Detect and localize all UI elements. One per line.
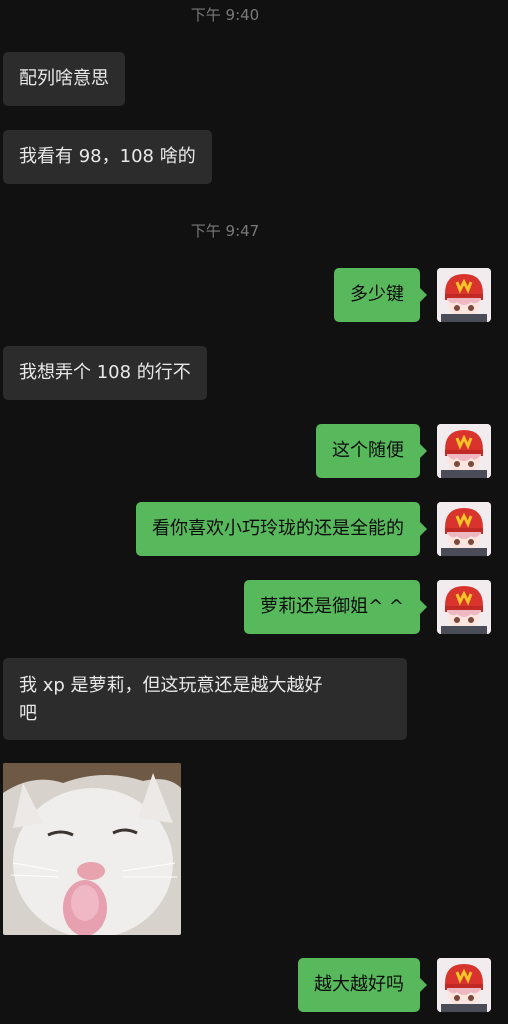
message-text: 我看有 98，108 啥的	[19, 146, 196, 167]
avatar-icon	[437, 958, 491, 1012]
outgoing-message[interactable]: 萝莉还是御姐^ ^	[244, 580, 427, 634]
avatar[interactable]	[437, 268, 491, 322]
incoming-message[interactable]: 我看有 98，108 啥的	[3, 130, 212, 184]
avatar[interactable]	[437, 958, 491, 1012]
message-text: 我想弄个 108 的行不	[19, 362, 191, 383]
avatar-icon	[437, 268, 491, 322]
message-text: 萝莉还是御姐^ ^	[260, 596, 404, 617]
incoming-message[interactable]: 我想弄个 108 的行不	[3, 346, 207, 400]
message-text: 这个随便	[332, 440, 404, 461]
avatar-icon	[437, 502, 491, 556]
avatar-icon	[437, 580, 491, 634]
message-text: 越大越好吗	[314, 974, 404, 995]
message-text: 多少键	[350, 284, 404, 305]
avatar[interactable]	[437, 502, 491, 556]
timestamp: 下午 9:40	[190, 6, 260, 24]
message-text-line2: 吧	[19, 703, 37, 724]
incoming-message[interactable]: 配列啥意思	[3, 52, 125, 106]
outgoing-message[interactable]: 多少键	[334, 268, 427, 322]
timestamp: 下午 9:47	[190, 222, 260, 240]
avatar[interactable]	[437, 424, 491, 478]
cat-sticker[interactable]	[3, 763, 181, 935]
cat-sticker-icon	[3, 763, 181, 935]
incoming-message[interactable]: 我 xp 是萝莉，但这玩意还是越大越好 吧	[3, 658, 407, 740]
message-text-line1: 我 xp 是萝莉，但这玩意还是越大越好	[19, 675, 323, 696]
avatar-icon	[437, 424, 491, 478]
avatar[interactable]	[437, 580, 491, 634]
message-text: 配列啥意思	[19, 68, 109, 89]
outgoing-message[interactable]: 这个随便	[316, 424, 427, 478]
message-text: 看你喜欢小巧玲珑的还是全能的	[152, 518, 404, 539]
outgoing-message[interactable]: 越大越好吗	[298, 958, 427, 1012]
outgoing-message[interactable]: 看你喜欢小巧玲珑的还是全能的	[136, 502, 427, 556]
